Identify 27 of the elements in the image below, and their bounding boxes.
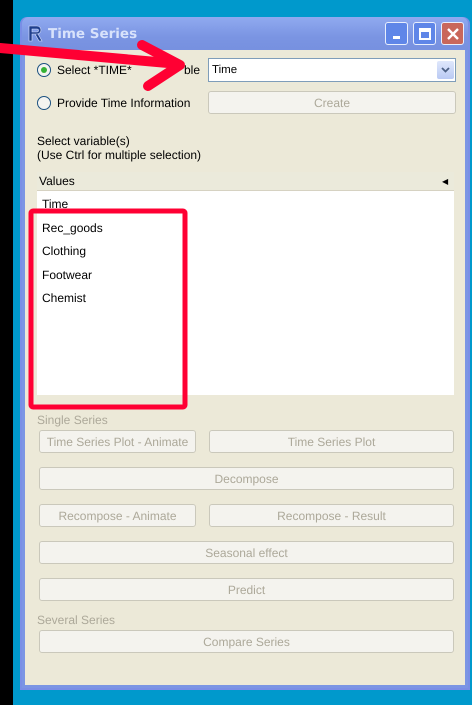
minimize-icon <box>393 36 400 39</box>
minimize-button[interactable] <box>385 22 408 45</box>
instruction-text: Select variable(s) <box>37 134 131 148</box>
radio-label: Select *TIME* <box>57 63 132 77</box>
r-logo-icon <box>28 25 43 42</box>
radio-label: Provide Time Information <box>57 96 190 110</box>
radio-button[interactable] <box>37 96 51 110</box>
time-variable-dropdown[interactable]: Time <box>208 58 456 82</box>
section-heading: Several Series <box>37 613 116 627</box>
sort-indicator: ◀ <box>442 176 448 186</box>
maximize-icon <box>418 28 430 40</box>
radio-option[interactable]: Provide Time Information <box>37 96 208 110</box>
column-header: Values <box>39 174 75 188</box>
close-icon <box>446 28 458 40</box>
list-item[interactable]: Clothing <box>37 240 86 264</box>
list-item[interactable]: Time <box>37 193 68 216</box>
instruction-text: (Use Ctrl for multiple selection) <box>37 148 202 162</box>
list-item[interactable]: Rec_goods <box>37 216 103 240</box>
radio-button[interactable] <box>37 63 51 77</box>
radio-option[interactable]: Select *TIME* ble <box>37 63 208 77</box>
window-title: Time Series <box>48 26 138 42</box>
radio-label-tail: ble <box>184 63 200 77</box>
list-item[interactable]: Chemist <box>37 287 86 310</box>
maximize-button[interactable] <box>413 22 436 45</box>
section-heading: Single Series <box>37 413 109 427</box>
list-item[interactable]: Footwear <box>37 264 92 287</box>
close-button[interactable] <box>441 22 464 45</box>
